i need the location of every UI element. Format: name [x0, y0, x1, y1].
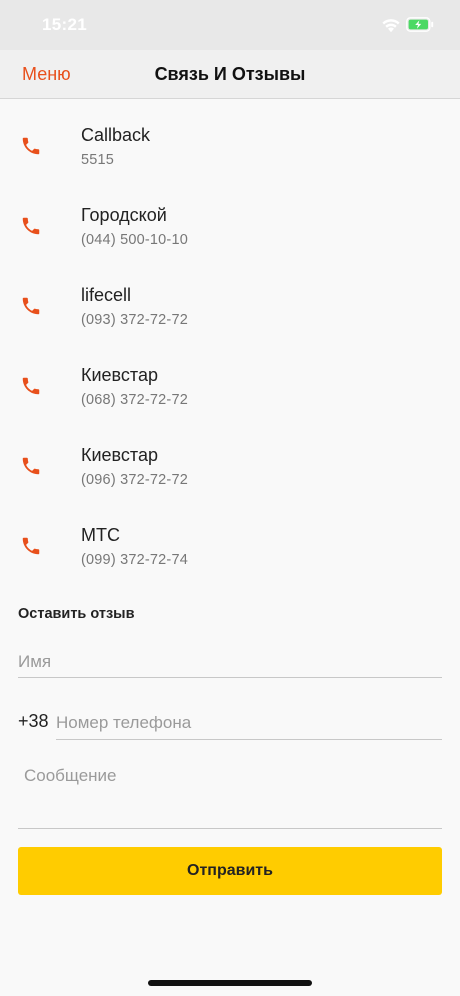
- contact-name: Городской: [81, 205, 167, 225]
- contact-name: Киевстар: [81, 445, 158, 465]
- contact-item[interactable]: МТС (099) 372-72-74: [0, 500, 460, 580]
- phone-icon: [22, 297, 40, 315]
- phone-icon: [22, 537, 40, 555]
- message-input[interactable]: [24, 766, 438, 820]
- contact-item[interactable]: Городской (044) 500-10-10: [0, 180, 460, 260]
- contact-item[interactable]: lifecell (093) 372-72-72: [0, 260, 460, 340]
- name-input[interactable]: [18, 648, 442, 676]
- contact-number: (044) 500-10-10: [81, 232, 188, 248]
- phone-icon: [22, 457, 40, 475]
- contact-item[interactable]: Киевстар (096) 372-72-72: [0, 420, 460, 500]
- contact-name: lifecell: [81, 285, 132, 305]
- phone-prefix: +38: [18, 711, 49, 731]
- phone-input-underline: [56, 739, 442, 740]
- contact-number: (099) 372-72-74: [81, 552, 188, 568]
- phone-icon: [22, 377, 40, 395]
- name-input-underline: [18, 677, 442, 678]
- wifi-icon: [382, 19, 400, 33]
- contact-item[interactable]: Киевстар (068) 372-72-72: [0, 340, 460, 420]
- feedback-heading: Оставить отзыв: [18, 606, 135, 622]
- contact-number: (096) 372-72-72: [81, 472, 188, 488]
- navigation-bar: Меню Связь И Отзывы: [0, 50, 460, 99]
- contact-list: Callback 5515 Городской (044) 500-10-10 …: [0, 100, 460, 580]
- phone-icon: [22, 137, 40, 155]
- contact-name: Киевстар: [81, 365, 158, 385]
- status-bar: 15:21: [0, 0, 460, 50]
- contact-name: МТС: [81, 525, 120, 545]
- status-time: 15:21: [42, 15, 87, 34]
- home-indicator: [148, 980, 312, 986]
- phone-input[interactable]: [56, 709, 442, 737]
- contact-number: (068) 372-72-72: [81, 392, 188, 408]
- contact-name: Callback: [81, 125, 151, 145]
- page-title: Связь И Отзывы: [154, 64, 306, 84]
- contact-item[interactable]: Callback 5515: [0, 100, 460, 180]
- battery-charging-icon: [406, 17, 434, 32]
- phone-icon: [22, 217, 40, 235]
- submit-button[interactable]: Отправить: [18, 847, 442, 895]
- contact-number: 5515: [81, 152, 115, 168]
- message-input-underline: [18, 828, 442, 829]
- contact-number: (093) 372-72-72: [81, 312, 188, 328]
